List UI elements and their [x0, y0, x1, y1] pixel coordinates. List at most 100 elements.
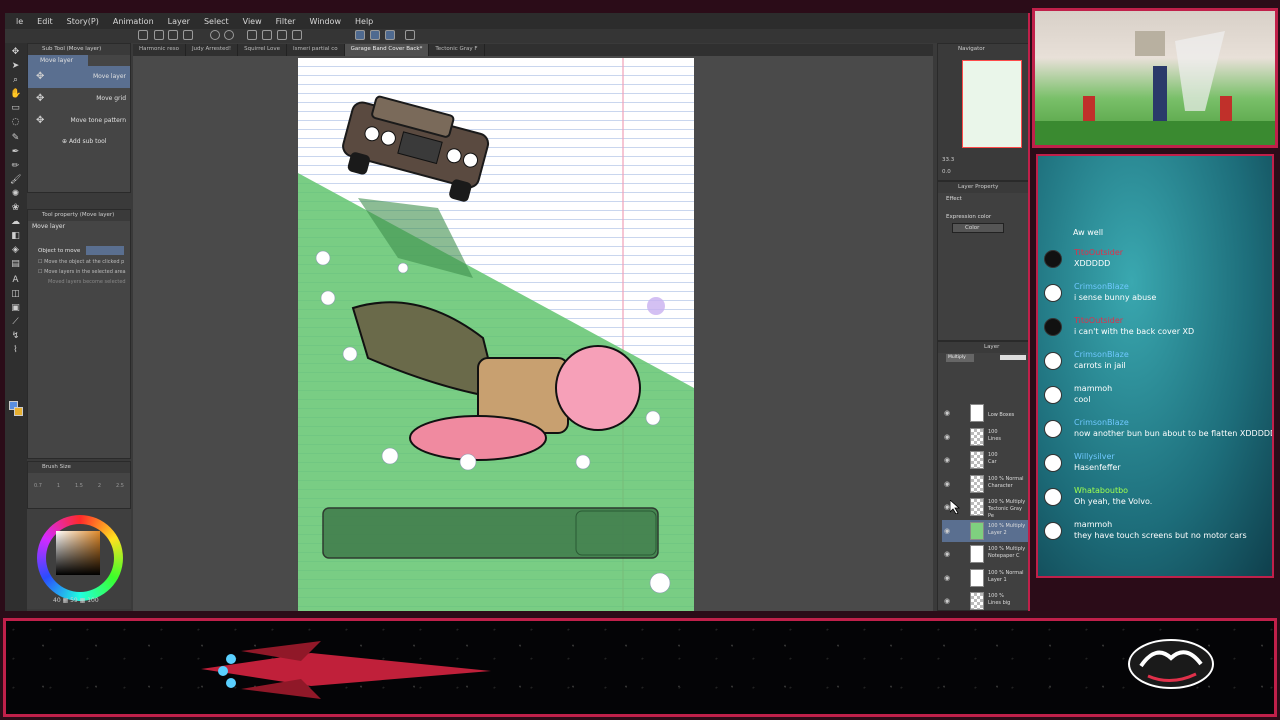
blend-tool-icon[interactable]: ☁ [10, 217, 21, 227]
menu-animation[interactable]: Animation [106, 17, 161, 26]
brush-size-preset[interactable]: 1 [57, 483, 60, 489]
move-tool-icon[interactable]: ✥ [10, 47, 21, 57]
file-tab[interactable]: Tectonic Gray F [429, 44, 485, 56]
gradient-tool-icon[interactable]: ▤ [10, 259, 21, 269]
chat-text: Oh yeah, the Volvo. [1074, 497, 1153, 506]
visibility-eye-icon[interactable]: ◉ [944, 550, 952, 558]
eraser-tool-icon[interactable]: ◧ [10, 231, 21, 241]
layer-row[interactable]: ◉ 100 % Lines big [942, 590, 1028, 611]
ruler-tool-icon[interactable]: ⟋ [10, 317, 21, 327]
subtool-item-move-grid[interactable]: ✥ Move grid [28, 88, 130, 110]
brush-size-preset[interactable]: 0.7 [34, 483, 42, 489]
clear-icon[interactable] [247, 30, 257, 40]
crop-icon[interactable] [277, 30, 287, 40]
layer-thumbnail [970, 592, 984, 610]
subtool-item-move-layer[interactable]: ✥ Move layer [28, 66, 130, 88]
open-file-icon[interactable] [154, 30, 164, 40]
menu-filter[interactable]: Filter [269, 17, 303, 26]
add-subtool-button[interactable]: ⊕ Add sub tool [28, 132, 130, 145]
navigator-zoom[interactable]: 33.3 [942, 157, 954, 163]
file-tab[interactable]: Harmonic reso [133, 44, 186, 56]
saturation-value-square[interactable] [56, 531, 100, 575]
file-tab[interactable]: Squirrel Love [238, 44, 288, 56]
fill-tool-icon[interactable]: ◈ [10, 245, 21, 255]
visibility-eye-icon[interactable]: ◉ [944, 456, 952, 464]
option-become-selected[interactable]: Moved layers become selected [28, 275, 130, 285]
cursor-arrow-icon [949, 499, 961, 515]
blend-mode-select[interactable]: Multiply [946, 354, 974, 362]
file-tab[interactable]: Judy Arrested! [186, 44, 239, 56]
save-icon[interactable] [168, 30, 178, 40]
file-tab-active[interactable]: Garage Band Cover Back* [344, 44, 430, 56]
menu-layer[interactable]: Layer [161, 17, 197, 26]
snap-point-icon[interactable] [385, 30, 395, 40]
menu-window[interactable]: Window [302, 17, 348, 26]
file-tab[interactable]: Ismeri partial co [287, 44, 345, 56]
correct-line-tool-icon[interactable]: ↯ [10, 331, 21, 341]
visibility-eye-icon[interactable]: ◉ [944, 409, 952, 417]
artwork-page[interactable] [298, 58, 694, 611]
print-icon[interactable] [183, 30, 193, 40]
brush-size-preset[interactable]: 2 [98, 483, 101, 489]
layer-row[interactable]: ◉ 100 Lines [942, 426, 1028, 448]
visibility-eye-icon[interactable]: ◉ [944, 433, 952, 441]
object-to-move-select[interactable] [86, 246, 125, 255]
layer-row[interactable]: ◉ 100 % Normal Layer 1 [942, 567, 1028, 589]
new-file-icon[interactable] [138, 30, 148, 40]
transform-icon[interactable] [262, 30, 272, 40]
balloon-tool-icon[interactable]: ◫ [10, 289, 21, 299]
subtool-group-tab[interactable]: Move layer [28, 55, 88, 66]
frame-tool-icon[interactable]: ▣ [10, 303, 21, 313]
lasso-tool-icon[interactable]: ◌ [10, 117, 21, 127]
airbrush-tool-icon[interactable]: ✺ [10, 189, 21, 199]
menu-story[interactable]: Story(P) [60, 17, 106, 26]
visibility-eye-icon[interactable]: ◉ [944, 480, 952, 488]
layer-opacity: 100 % [988, 593, 1004, 599]
visibility-eye-icon[interactable]: ◉ [944, 597, 952, 605]
menu-edit[interactable]: Edit [30, 17, 60, 26]
decoration-tool-icon[interactable]: ❀ [10, 203, 21, 213]
brush-size-preset[interactable]: 2.5 [116, 483, 124, 489]
layer-row[interactable]: ◉ 100 % Multiply Layer 2 [942, 519, 1028, 542]
selection-tool-icon[interactable]: ▭ [10, 103, 21, 113]
layer-row[interactable]: ◉ 100 % Multiply Notepaper C [942, 543, 1028, 565]
redo-icon[interactable] [224, 30, 234, 40]
zoom-tool-icon[interactable]: ⌕ [10, 75, 21, 85]
sub-color-swatch[interactable] [14, 407, 23, 416]
layer-row[interactable]: ◉ Low Boxes [942, 402, 1028, 424]
navigator-angle[interactable]: 0.0 [942, 169, 951, 175]
snap-ruler-icon[interactable] [355, 30, 365, 40]
layer-name: Notepaper C [988, 553, 1020, 559]
menu-help[interactable]: Help [348, 17, 380, 26]
subtool-item-move-tone[interactable]: ✥ Move tone pattern [28, 110, 130, 132]
visibility-eye-icon[interactable]: ◉ [944, 527, 952, 535]
vector-tool-icon[interactable]: ⌇ [10, 345, 21, 355]
spaceship-graphic [201, 641, 491, 699]
layer-row[interactable]: ◉ 100 Car [942, 449, 1028, 471]
brush-tool-icon[interactable]: 🖌 [10, 175, 21, 185]
undo-icon[interactable] [210, 30, 220, 40]
operation-tool-icon[interactable]: ➤ [10, 61, 21, 71]
text-tool-icon[interactable]: A [10, 275, 21, 285]
snap-grid-icon[interactable] [370, 30, 380, 40]
option-click-object[interactable]: ☐ Move the object at the clicked p [28, 255, 130, 265]
layer-info: 100 % Multiply Layer 2 [988, 523, 1028, 537]
layer-name: Car [988, 459, 997, 465]
layer-row[interactable]: ◉ 100 % Normal Character [942, 473, 1028, 495]
menu-file[interactable]: le [9, 17, 30, 26]
hand-tool-icon[interactable]: ✋ [10, 89, 21, 99]
eyedropper-tool-icon[interactable]: ✎ [10, 133, 21, 143]
expression-color-select[interactable]: Color [952, 223, 1004, 233]
menu-select[interactable]: Select [197, 17, 236, 26]
navigator-thumbnail[interactable] [962, 60, 1022, 148]
pencil-tool-icon[interactable]: ✏ [10, 161, 21, 171]
option-selected-area[interactable]: ☐ Move layers in the selected area [28, 265, 130, 275]
visibility-eye-icon[interactable]: ◉ [944, 574, 952, 582]
brush-size-preset[interactable]: 1.5 [75, 483, 83, 489]
settings-icon[interactable] [405, 30, 415, 40]
menu-view[interactable]: View [236, 17, 269, 26]
pen-tool-icon[interactable]: ✒ [10, 147, 21, 157]
canvas-area[interactable] [133, 56, 933, 611]
opacity-slider[interactable] [1000, 355, 1026, 360]
fill-icon[interactable] [292, 30, 302, 40]
